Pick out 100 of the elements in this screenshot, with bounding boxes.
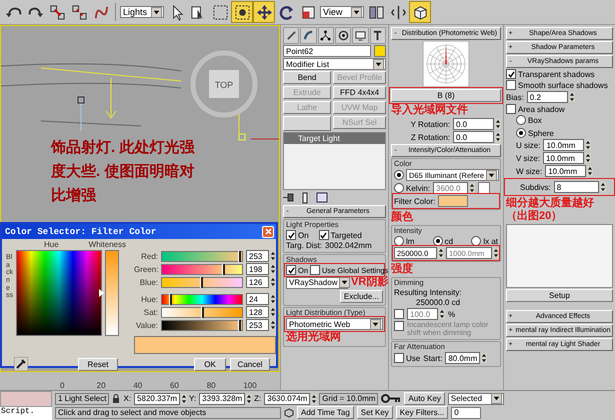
stack-item[interactable]: Target Light bbox=[284, 133, 385, 144]
spinner-field[interactable]: 0.2 bbox=[526, 91, 568, 103]
frame-field[interactable]: 0 bbox=[451, 406, 482, 418]
channel-slider[interactable] bbox=[161, 264, 243, 274]
slider-marker[interactable] bbox=[99, 289, 104, 297]
slider-thumb[interactable] bbox=[238, 250, 242, 262]
radio-button[interactable] bbox=[394, 170, 404, 180]
monitor-icon[interactable] bbox=[354, 30, 366, 41]
panel-tab[interactable] bbox=[352, 27, 369, 44]
checkbox[interactable] bbox=[394, 353, 404, 363]
spinner-arrows-icon[interactable] bbox=[438, 248, 444, 258]
lock-icon[interactable] bbox=[112, 394, 120, 404]
slider-thumb[interactable] bbox=[200, 306, 204, 318]
auto-key-button[interactable]: Auto Key bbox=[404, 392, 445, 405]
key-mode-dropdown[interactable]: Selected bbox=[448, 392, 504, 404]
channel-slider[interactable] bbox=[161, 250, 243, 262]
web-file-button[interactable]: B (8) bbox=[391, 89, 501, 102]
spinner-field[interactable]: 5820.337m bbox=[134, 392, 180, 404]
modifier-button[interactable]: FFD 4x4x4 bbox=[333, 86, 386, 99]
modifier-button[interactable]: Bend bbox=[283, 71, 332, 84]
spinner-arrows-icon[interactable] bbox=[439, 309, 445, 319]
close-button[interactable] bbox=[262, 226, 274, 238]
filter-color-swatch[interactable] bbox=[438, 195, 468, 207]
spinner-field[interactable]: 80.0mm bbox=[445, 352, 480, 364]
spinner-arrows-icon[interactable] bbox=[469, 183, 476, 193]
radio-button[interactable] bbox=[516, 115, 526, 125]
panel-tab[interactable] bbox=[370, 27, 386, 44]
checkbox[interactable] bbox=[310, 265, 320, 275]
checkbox[interactable] bbox=[506, 104, 516, 114]
pin-icon[interactable] bbox=[283, 193, 294, 202]
add-time-tag-button[interactable]: Add Time Tag bbox=[297, 406, 354, 419]
eyedropper-icon[interactable] bbox=[14, 357, 28, 371]
checkbox[interactable] bbox=[286, 230, 296, 240]
pencil-icon[interactable] bbox=[286, 30, 297, 41]
modifier-button[interactable] bbox=[283, 116, 332, 131]
spinner-field[interactable]: 8 bbox=[554, 181, 599, 193]
shadow-type-dropdown[interactable]: VRayShadow bbox=[286, 276, 348, 288]
channel-slider[interactable] bbox=[161, 306, 243, 318]
slider-thumb[interactable] bbox=[168, 294, 172, 304]
set-key-button[interactable]: Set Key bbox=[356, 406, 393, 419]
wheel-icon[interactable] bbox=[338, 30, 349, 41]
spinner-arrows-icon[interactable] bbox=[270, 307, 276, 317]
checkbox[interactable] bbox=[506, 80, 516, 90]
radio-button[interactable] bbox=[394, 183, 404, 193]
spinner-arrows-icon[interactable] bbox=[246, 394, 252, 404]
spinner-arrows-icon[interactable] bbox=[181, 394, 188, 404]
radio-button[interactable] bbox=[432, 236, 443, 246]
channel-slider[interactable] bbox=[161, 276, 243, 288]
spinner-field[interactable]: 10.0mm bbox=[543, 152, 584, 164]
checkbox[interactable] bbox=[286, 265, 296, 275]
checkbox[interactable] bbox=[318, 230, 329, 240]
spinner-arrows-icon[interactable] bbox=[270, 320, 276, 330]
panel-tab[interactable] bbox=[334, 27, 352, 44]
spinner-field[interactable]: 10.0mm bbox=[545, 165, 586, 177]
spinner-arrows-icon[interactable] bbox=[568, 92, 575, 102]
light-distribution-dropdown[interactable]: Photometric Web bbox=[286, 318, 383, 330]
show-end-result-icon[interactable] bbox=[300, 192, 310, 204]
slider-thumb[interactable] bbox=[200, 276, 203, 288]
spinner-arrows-icon[interactable] bbox=[270, 294, 276, 304]
spinner-arrows-icon[interactable] bbox=[495, 132, 501, 142]
key-icon[interactable] bbox=[381, 394, 402, 403]
effects-list[interactable] bbox=[506, 224, 613, 288]
spinner-field[interactable]: 0.0 bbox=[453, 131, 494, 143]
checkbox[interactable] bbox=[506, 69, 516, 79]
spinner-arrows-icon[interactable] bbox=[600, 182, 606, 192]
spinner-arrows-icon[interactable] bbox=[311, 394, 318, 404]
spinner-arrows-icon[interactable] bbox=[270, 251, 276, 261]
spinner-field[interactable]: 126 bbox=[246, 276, 269, 288]
panel-tab[interactable] bbox=[318, 27, 334, 44]
object-name-field[interactable]: Point62 bbox=[283, 45, 371, 57]
selection-filter-dropdown[interactable]: Lights bbox=[120, 6, 164, 18]
slider-thumb[interactable] bbox=[222, 264, 226, 274]
curve-icon[interactable] bbox=[302, 30, 314, 41]
hammer-icon[interactable] bbox=[372, 30, 384, 41]
slider-thumb[interactable] bbox=[238, 320, 242, 330]
hierarchy-icon[interactable] bbox=[320, 30, 332, 41]
spinner-arrows-icon[interactable] bbox=[270, 264, 276, 274]
spinner-arrows-icon[interactable] bbox=[493, 248, 499, 258]
spinner-field[interactable]: 253 bbox=[246, 319, 269, 331]
spinner-field[interactable]: 24 bbox=[246, 293, 269, 305]
spinner-field[interactable]: 198 bbox=[246, 263, 269, 275]
spinner-field[interactable]: 128 bbox=[246, 306, 269, 318]
view-cube[interactable]: TOP bbox=[189, 49, 259, 119]
spinner-field[interactable]: 3393.328m bbox=[199, 392, 246, 404]
spinner-field[interactable]: 0.0 bbox=[453, 118, 494, 130]
radio-button[interactable] bbox=[394, 236, 404, 246]
spinner-field[interactable]: 253 bbox=[246, 250, 269, 262]
kelvin-color-swatch[interactable] bbox=[478, 182, 490, 194]
modifier-list-dropdown[interactable]: Modifier List bbox=[283, 58, 386, 70]
cancel-button[interactable]: Cancel bbox=[230, 358, 270, 370]
setup-button[interactable]: Setup bbox=[506, 289, 613, 302]
key-filters-button[interactable]: Key Filters... bbox=[396, 406, 448, 419]
coordinate-system-dropdown[interactable]: View bbox=[320, 6, 364, 18]
exclude-button[interactable]: Exclude... bbox=[340, 290, 383, 303]
radio-button[interactable] bbox=[516, 128, 526, 138]
script-listener[interactable]: Script. bbox=[0, 407, 52, 420]
time-tag-icon[interactable] bbox=[284, 408, 294, 418]
configure-icon[interactable] bbox=[316, 192, 328, 203]
spinner-field[interactable]: 3630.074m bbox=[264, 392, 310, 404]
spinner-arrows-icon[interactable] bbox=[585, 140, 592, 150]
